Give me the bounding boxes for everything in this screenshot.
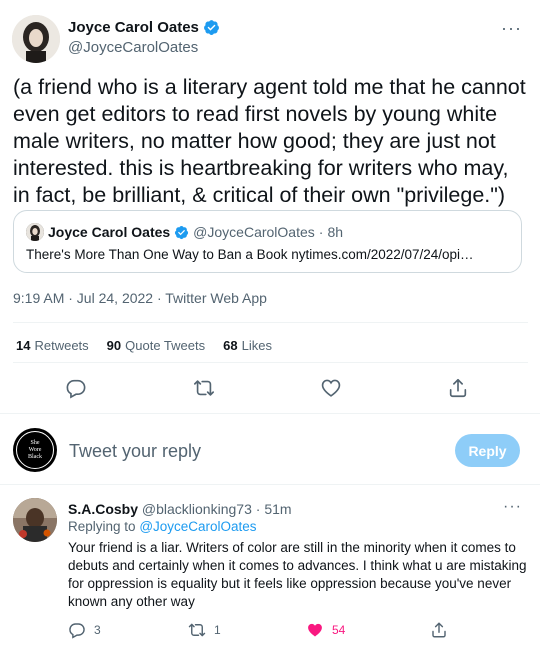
reply-composer: She Wore Black Tweet your reply Reply	[0, 420, 540, 482]
divider	[0, 484, 540, 485]
quoted-tweet-header: Joyce Carol Oates @JoyceCarolOates · 8h	[26, 223, 343, 241]
divider	[13, 362, 528, 363]
reply-retweet-action[interactable]: 1	[188, 621, 221, 639]
retweets-label: Retweets	[34, 338, 89, 353]
quote-tweets-count: 90	[106, 338, 122, 353]
tweet-actions	[0, 377, 540, 401]
quoted-author-handle: @JoyceCarolOates	[193, 224, 315, 240]
reply-actions: 3 1 54	[0, 621, 540, 641]
reply-button[interactable]: Reply	[455, 434, 520, 467]
quoted-tweet[interactable]: Joyce Carol Oates @JoyceCarolOates · 8h …	[13, 210, 522, 273]
reply-time[interactable]: 51m	[264, 501, 291, 517]
author-name[interactable]: Joyce Carol Oates	[68, 19, 220, 36]
quoted-author-name: Joyce Carol Oates	[48, 224, 171, 240]
author-name-text[interactable]: Joyce Carol Oates	[68, 19, 199, 36]
avatar-logo-line: She	[30, 439, 40, 446]
reply-author-name[interactable]: S.A.Cosby	[68, 501, 138, 517]
share-icon	[432, 622, 446, 638]
reply-share-action[interactable]	[430, 621, 448, 639]
share-icon[interactable]	[447, 377, 469, 399]
likes-stat[interactable]: 68 Likes	[223, 338, 272, 353]
reply-icon	[69, 623, 85, 639]
replying-to-label: Replying to	[68, 519, 136, 534]
divider	[13, 322, 528, 323]
quoted-avatar	[26, 223, 44, 241]
more-options-icon[interactable]: ···	[503, 498, 522, 516]
reply-author-handle[interactable]: @blacklionking73	[142, 501, 252, 517]
tweet-timestamp[interactable]: 9:19 AM · Jul 24, 2022 · Twitter Web App	[13, 290, 267, 306]
avatar-logo-line: Wore	[28, 446, 42, 453]
avatar-logo-line: Black	[28, 453, 42, 460]
quoted-time: 8h	[327, 224, 344, 240]
avatar-logo: She Wore Black	[16, 431, 54, 469]
author-handle[interactable]: @JoyceCarolOates	[68, 39, 198, 56]
avatar[interactable]: She Wore Black	[13, 428, 57, 472]
separator-dot: ·	[318, 224, 324, 240]
tweet-text: (a friend who is a literary agent told m…	[13, 75, 526, 207]
retweets-count: 14	[16, 338, 31, 353]
divider	[0, 413, 540, 414]
separator-dot: ·	[255, 501, 261, 517]
verified-badge-icon	[203, 20, 219, 35]
reply-input[interactable]: Tweet your reply	[69, 441, 201, 462]
avatar[interactable]	[13, 498, 57, 542]
replying-to: Replying to @JoyceCarolOates	[68, 519, 257, 534]
retweet-count: 1	[214, 623, 221, 637]
reply-tweet[interactable]: S.A.Cosby @blacklionking73 · 51m ··· Rep…	[0, 490, 540, 654]
like-count: 54	[332, 623, 346, 637]
avatar[interactable]	[12, 15, 60, 63]
replying-to-handle[interactable]: @JoyceCarolOates	[139, 519, 256, 534]
quoted-tweet-text: There's More Than One Way to Ban a Book …	[26, 247, 474, 262]
reply-reply-action[interactable]: 3	[68, 621, 101, 639]
verified-badge-icon	[175, 225, 189, 239]
like-icon[interactable]	[320, 377, 342, 399]
reply-text: Your friend is a liar. Writers of color …	[68, 540, 527, 609]
retweet-icon[interactable]	[193, 377, 215, 399]
like-filled-icon	[308, 623, 322, 637]
reply-author-line: S.A.Cosby @blacklionking73 · 51m	[68, 501, 292, 517]
quote-tweets-label: Quote Tweets	[125, 338, 206, 353]
reply-like-action[interactable]: 54	[306, 621, 345, 639]
retweets-stat[interactable]: 14 Retweets	[16, 338, 89, 353]
reply-count: 3	[94, 623, 101, 637]
reply-icon[interactable]	[65, 377, 87, 399]
retweet-icon	[188, 623, 206, 637]
quote-tweets-stat[interactable]: 90 Quote Tweets	[107, 338, 205, 353]
likes-label: Likes	[241, 338, 272, 353]
more-options-icon[interactable]: ···	[501, 18, 522, 39]
engagement-stats: 14 Retweets 90 Quote Tweets 68 Likes	[16, 338, 272, 353]
likes-count: 68	[223, 338, 238, 353]
